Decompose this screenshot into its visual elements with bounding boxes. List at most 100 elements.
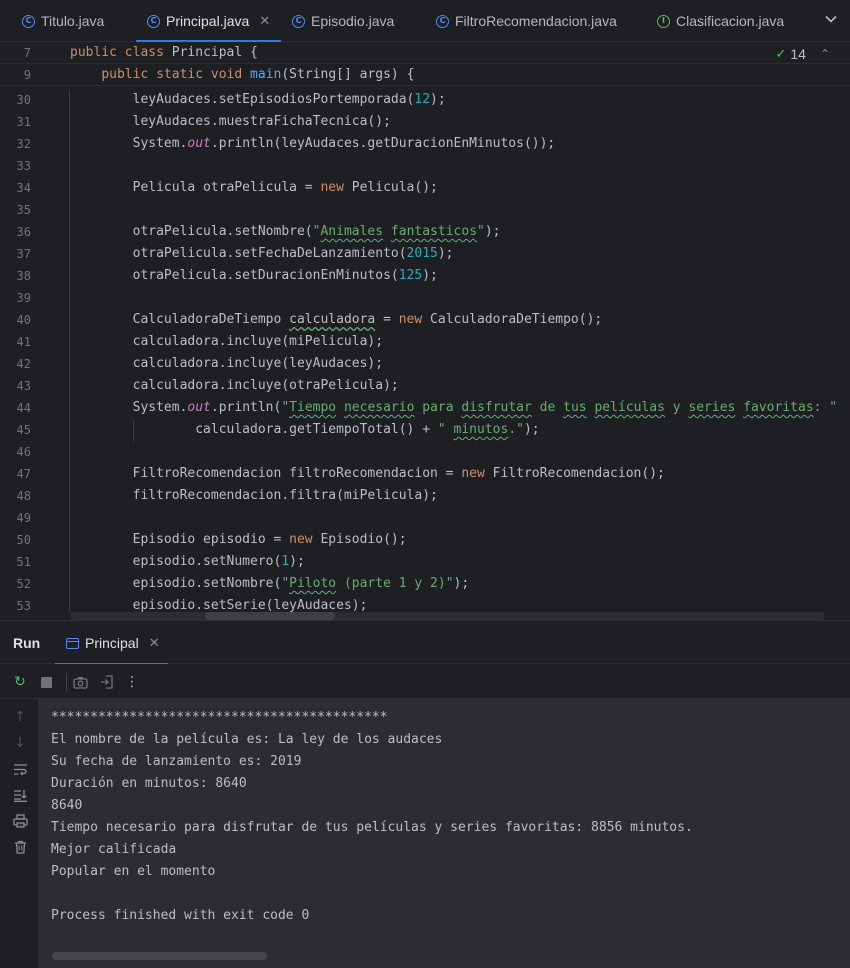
- more-options-icon[interactable]: ⋮: [122, 672, 142, 692]
- code-token: episodio.setNumero(: [70, 554, 282, 569]
- line-number: 45: [16, 423, 31, 437]
- line-number: 37: [16, 247, 31, 261]
- code-line: 46: [0, 441, 850, 463]
- inspection-widget[interactable]: ✓ 14 ⌃: [775, 46, 830, 62]
- close-icon[interactable]: ✕: [259, 14, 270, 29]
- code-token: 1: [281, 554, 290, 569]
- arrow-down-icon[interactable]: ↓: [10, 733, 30, 753]
- stop-icon[interactable]: [36, 672, 56, 692]
- code-token: );: [453, 576, 470, 591]
- code-token: public: [101, 67, 157, 82]
- login-icon[interactable]: [97, 672, 117, 692]
- code-token: new: [461, 466, 493, 481]
- code-token: minutos: [453, 422, 509, 437]
- scroll-to-end-icon[interactable]: [10, 785, 30, 805]
- code-token: : ": [813, 400, 838, 415]
- scrollbar-thumb[interactable]: [205, 612, 335, 620]
- code-line: 49: [0, 507, 850, 529]
- line-number: 9: [23, 68, 31, 82]
- line-number: 36: [16, 225, 31, 239]
- code-line: 51 episodio.setNumero(1);: [0, 551, 850, 573]
- code-token: out: [187, 400, 211, 415]
- code-token: CalculadoraDeTiempo: [70, 312, 290, 327]
- run-tool-window-header: Run Principal ✕: [0, 620, 850, 666]
- tab-filtrorecomendacion-java[interactable]: C FiltroRecomendacion.java: [436, 0, 617, 42]
- code-token: 125: [398, 268, 423, 283]
- code-line: 32 System.out.println(leyAudaces.getDura…: [0, 133, 850, 155]
- trash-icon[interactable]: [10, 837, 30, 857]
- chevron-up-icon[interactable]: ⌃: [820, 47, 830, 61]
- code-line: 33: [0, 155, 850, 177]
- code-token: series: [688, 400, 736, 415]
- code-text: episodio.setNumero(1);: [70, 551, 305, 573]
- code-token: episodio.setNombre(: [70, 576, 282, 591]
- code-token: );: [523, 422, 540, 437]
- code-token: ": [281, 576, 290, 591]
- run-title: Run: [13, 635, 41, 651]
- code-line: 50 Episodio episodio = new Episodio();: [0, 529, 850, 551]
- camera-icon[interactable]: [70, 672, 90, 692]
- code-token: .": [508, 422, 524, 437]
- rerun-icon[interactable]: ↻: [10, 672, 30, 692]
- code-token: System.: [70, 136, 188, 151]
- code-line: 30 leyAudaces.setEpisodiosPortemporada(1…: [0, 89, 850, 111]
- arrow-up-icon[interactable]: ↑: [10, 707, 30, 727]
- code-token: para: [414, 400, 462, 415]
- code-text: episodio.setNombre("Piloto (parte 1 y 2)…: [70, 573, 470, 595]
- print-icon[interactable]: [10, 811, 30, 831]
- check-icon: ✓: [775, 46, 787, 62]
- code-token: new: [320, 180, 352, 195]
- code-token: películas: [594, 400, 665, 415]
- class-icon: C: [22, 14, 35, 28]
- line-number: 43: [16, 379, 31, 393]
- code-token: necesario: [343, 400, 415, 415]
- line-number: 47: [16, 467, 31, 481]
- code-token: calculadora: [289, 312, 376, 327]
- code-editor[interactable]: 30 leyAudaces.setEpisodiosPortemporada( 1…: [0, 42, 850, 620]
- sticky-code-line: 9 public static void main(String[] args)…: [0, 64, 850, 86]
- tab-clasificacion-java[interactable]: I Clasificacion.java: [657, 0, 784, 42]
- code-token: otraPelicula.setNombre(: [70, 224, 313, 239]
- line-number: 35: [16, 203, 31, 217]
- code-token: Animales: [320, 224, 384, 239]
- code-token: Episodio episodio =: [70, 532, 290, 547]
- console-output[interactable]: ****************************************…: [39, 699, 850, 968]
- code-line: 31 leyAudaces.muestraFichaTecnica();: [0, 111, 850, 133]
- code-token: calculadora.incluye(otraPelicula);: [70, 378, 399, 393]
- console-side-toolbar: ↑ ↓: [0, 699, 39, 968]
- code-token: Pelicula();: [351, 180, 438, 195]
- code-token: episodio.setSerie(leyAudaces);: [70, 598, 368, 613]
- code-token: void: [210, 67, 251, 82]
- code-line: 47 FiltroRecomendacion filtroRecomendaci…: [0, 463, 850, 485]
- line-number: 39: [16, 291, 31, 305]
- sticky-code-line: 7 public class Principal {: [0, 42, 850, 64]
- close-icon[interactable]: ✕: [149, 636, 160, 651]
- console-line: Duración en minutos: 8640: [51, 776, 247, 791]
- code-text: calculadora.incluye(leyAudaces);: [70, 353, 383, 375]
- tab-run-principal[interactable]: Principal ✕: [55, 621, 168, 666]
- code-token: Principal {: [171, 45, 258, 60]
- code-line: 45 calculadora.getTiempoTotal() + " minu…: [0, 419, 850, 441]
- tab-principal-java[interactable]: C Principal.java ✕: [136, 0, 282, 43]
- line-number: 30: [16, 93, 31, 107]
- code-token: y: [664, 400, 689, 415]
- console-line: El nombre de la película es: La ley de l…: [51, 732, 443, 747]
- chevron-down-icon[interactable]: [824, 12, 838, 26]
- code-token: );: [422, 268, 438, 283]
- code-token: disfrutar: [461, 400, 532, 415]
- code-token: System.: [70, 400, 188, 415]
- code-token: leyAudaces.setEpisodiosPortemporada(: [70, 92, 415, 107]
- tab-label: Episodio.java: [311, 13, 395, 29]
- line-number: 34: [16, 181, 31, 195]
- horizontal-scrollbar[interactable]: [52, 952, 267, 960]
- tab-label: FiltroRecomendacion.java: [455, 13, 617, 29]
- horizontal-scrollbar[interactable]: [70, 612, 825, 620]
- soft-wrap-icon[interactable]: [10, 759, 30, 779]
- code-token: (String[] args) {: [281, 67, 415, 82]
- code-token: CalculadoraDeTiempo();: [430, 312, 603, 327]
- indent-guide: [133, 420, 134, 442]
- tab-titulo-java[interactable]: C Titulo.java: [22, 0, 104, 42]
- tab-episodio-java[interactable]: C Episodio.java: [292, 0, 394, 42]
- code-token: filtroRecomendacion.filtra(miPelicula);: [70, 488, 438, 503]
